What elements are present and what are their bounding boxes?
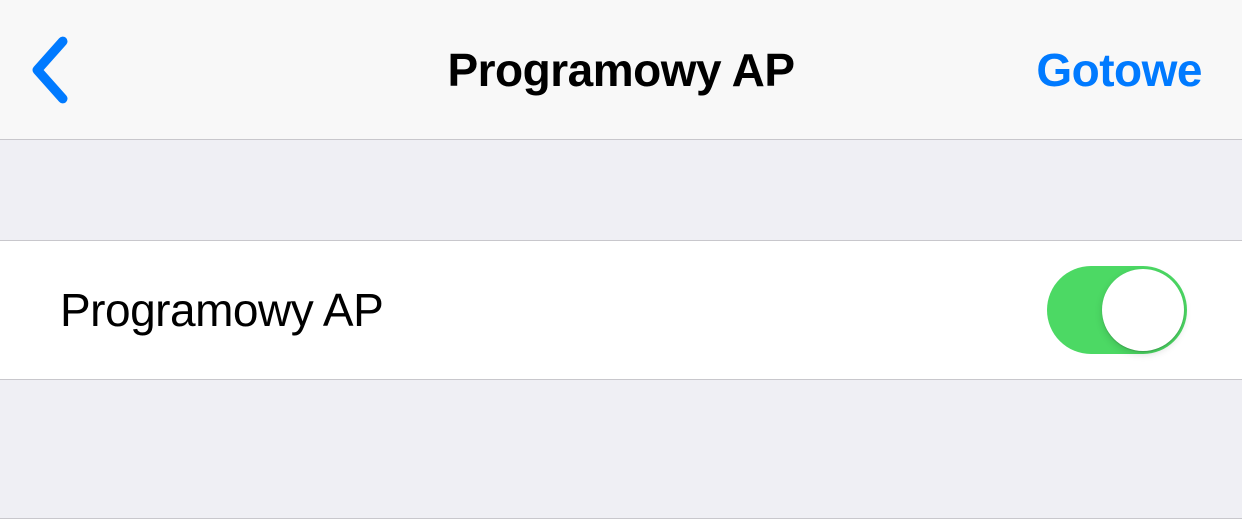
softap-toggle[interactable] [1047,266,1187,354]
page-title: Programowy AP [447,43,794,97]
bottom-spacer [0,380,1242,519]
section-spacer [0,140,1242,240]
back-button[interactable] [30,35,70,105]
softap-row: Programowy AP [0,240,1242,380]
done-button[interactable]: Gotowe [1036,43,1202,97]
navbar: Programowy AP Gotowe [0,0,1242,140]
toggle-knob [1102,269,1184,351]
chevron-left-icon [30,35,70,105]
softap-label: Programowy AP [60,283,383,337]
